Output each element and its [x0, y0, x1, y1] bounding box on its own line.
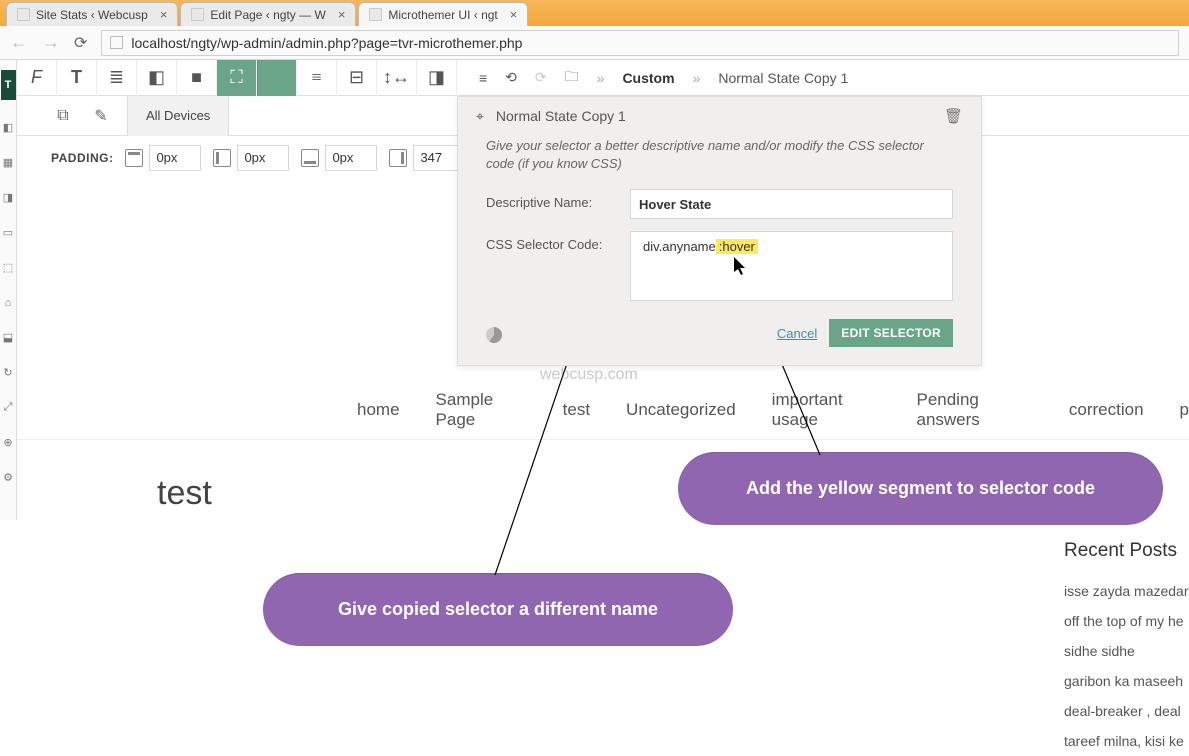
cancel-link[interactable]: Cancel	[777, 326, 817, 341]
square-icon[interactable]: ■	[177, 60, 217, 96]
toolbar: F T ≣ ◧ ■ ⛶ ≡ ⊟ ↕↔ ◨ ≡ ⟲ ⟳ 🗀 » Custom » …	[17, 60, 1189, 96]
close-icon[interactable]: ×	[160, 7, 168, 22]
breadcrumb-folder[interactable]: Custom	[622, 70, 674, 86]
rail-icon[interactable]: ◨	[1, 190, 16, 205]
cursor-icon	[734, 257, 750, 282]
tool-text-icon[interactable]: T	[1, 70, 16, 100]
forward-icon[interactable]: →	[42, 32, 60, 53]
list-icon[interactable]: ≣	[97, 60, 137, 96]
tab-label: Edit Page ‹ ngty — W	[210, 8, 325, 22]
layout-icon[interactable]: ◧	[137, 60, 177, 96]
favicon-icon	[369, 8, 382, 21]
url-text: localhost/ngty/wp-admin/admin.php?page=t…	[131, 35, 522, 51]
padding-top-input[interactable]	[149, 145, 201, 171]
padding-top-icon	[125, 149, 143, 167]
rail-icon[interactable]: ⬓	[1, 330, 16, 345]
rail-icon[interactable]: ⬚	[1, 260, 16, 275]
descriptive-name-label: Descriptive Name:	[486, 189, 616, 210]
favicon-icon	[191, 8, 204, 21]
trash-icon[interactable]: 🗑	[944, 107, 963, 125]
menu-icon[interactable]: ≡	[479, 70, 487, 86]
devices-tab[interactable]: All Devices	[127, 96, 229, 136]
selector-popup: ⌖ Normal State Copy 1 🗑 Give your select…	[457, 96, 982, 366]
folder-icon[interactable]: 🗀	[565, 66, 579, 90]
padding-bottom-icon	[301, 149, 319, 167]
lines-icon[interactable]: ≡	[297, 60, 337, 96]
edit-selector-button[interactable]: EDIT SELECTOR	[829, 319, 953, 347]
nav-item[interactable]: Pending answers	[916, 390, 1032, 430]
padding-left-icon	[389, 149, 407, 167]
rail-icon[interactable]: ⌂	[1, 295, 16, 310]
box-icon[interactable]	[257, 60, 297, 96]
close-icon[interactable]: ×	[338, 7, 346, 22]
rail-icon[interactable]: ⚙	[1, 470, 16, 485]
rail-icon[interactable]: ▭	[1, 225, 16, 240]
breadcrumb-selector[interactable]: Normal State Copy 1	[718, 70, 848, 86]
browser-tab[interactable]: Edit Page ‹ ngty — W ×	[180, 2, 356, 26]
browser-tab-active[interactable]: Microthemer UI ‹ ngt ×	[358, 2, 528, 26]
ruler-icon[interactable]: ✎	[89, 104, 113, 128]
recent-post-link[interactable]: off the top of my he	[1064, 606, 1189, 636]
recent-post-link[interactable]: deal-breaker , deal	[1064, 696, 1189, 726]
recent-post-link[interactable]: isse zayda mazedar	[1064, 576, 1189, 606]
back-icon[interactable]: ←	[10, 32, 28, 53]
rail-icon[interactable]: ⊕	[1, 435, 16, 450]
reload-icon[interactable]: ⟳	[74, 33, 87, 53]
rail-icon[interactable]: ↻	[1, 365, 16, 380]
recent-post-link[interactable]: garibon ka maseeh	[1064, 666, 1189, 696]
descriptive-name-input[interactable]	[630, 189, 953, 219]
browser-tab-strip: Site Stats ‹ Webcusp × Edit Page ‹ ngty —…	[0, 0, 1189, 26]
nav-item[interactable]: p	[1180, 400, 1189, 420]
tab-label: Microthemer UI ‹ ngt	[388, 8, 497, 22]
css-selector-input[interactable]	[630, 231, 953, 301]
css-selector-label: CSS Selector Code:	[486, 231, 616, 252]
panel-icon[interactable]: ◨	[417, 60, 457, 96]
tab-label: Site Stats ‹ Webcusp	[36, 8, 148, 22]
back-circle-icon[interactable]: ⟲	[505, 69, 517, 86]
browser-tab[interactable]: Site Stats ‹ Webcusp ×	[6, 2, 178, 26]
nav-item[interactable]: correction	[1069, 400, 1144, 420]
favicon-icon	[17, 8, 30, 21]
breadcrumb-sep: »	[597, 70, 605, 86]
rail-icon[interactable]: ⤢	[1, 400, 16, 415]
forward-circle-icon[interactable]: ⟳	[535, 69, 547, 86]
rail-icon[interactable]: ▦	[1, 155, 16, 170]
breadcrumb: ≡ ⟲ ⟳ 🗀 » Custom » Normal State Copy 1	[457, 60, 1189, 96]
close-icon[interactable]: ×	[510, 7, 518, 22]
address-bar: ← → ⟳ localhost/ngty/wp-admin/admin.php?…	[0, 26, 1189, 60]
page-icon	[110, 36, 123, 49]
recent-post-link[interactable]: tareef milna, kisi ke	[1064, 726, 1189, 756]
recent-posts-heading: Recent Posts	[1064, 540, 1189, 562]
watermark: webcusp.com	[540, 366, 638, 384]
archive-icon[interactable]: ⊟	[337, 60, 377, 96]
collapse-icon[interactable]: ↕↔	[377, 60, 417, 96]
padding-bottom-input[interactable]	[325, 145, 377, 171]
font-icon[interactable]: F	[17, 60, 57, 96]
left-rail: T ◧ ▦ ◨ ▭ ⬚ ⌂ ⬓ ↻ ⤢ ⊕ ⚙	[0, 60, 17, 520]
padding-right-icon	[213, 149, 231, 167]
padding-right-input[interactable]	[237, 145, 289, 171]
target-icon[interactable]: ⛶	[217, 60, 257, 96]
responsive-icon[interactable]: ⧉	[51, 104, 75, 128]
padding-label: PADDING:	[51, 151, 113, 165]
rail-icon[interactable]: ◧	[1, 120, 16, 135]
popup-description: Give your selector a better descriptive …	[458, 133, 981, 183]
target-icon: ⌖	[476, 108, 484, 125]
url-input[interactable]: localhost/ngty/wp-admin/admin.php?page=t…	[101, 30, 1179, 56]
popup-title: Normal State Copy 1	[496, 108, 932, 124]
breadcrumb-sep: »	[693, 70, 701, 86]
recent-posts: Recent Posts isse zayda mazedar off the …	[1064, 540, 1189, 756]
recent-post-link[interactable]: sidhe sidhe	[1064, 636, 1189, 666]
text-icon[interactable]: T	[57, 60, 97, 96]
nav-item[interactable]: Uncategorized	[626, 400, 736, 420]
